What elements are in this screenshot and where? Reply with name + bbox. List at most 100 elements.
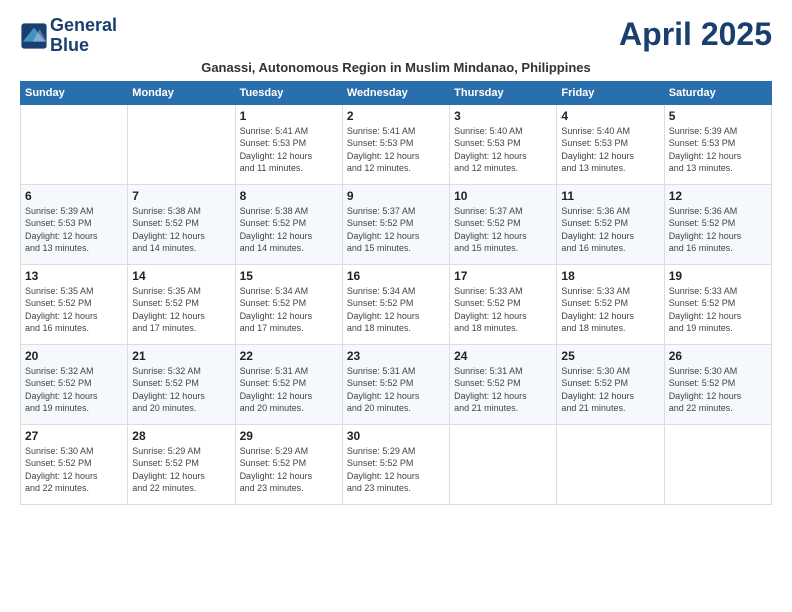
day-info: Sunrise: 5:41 AM Sunset: 5:53 PM Dayligh… — [240, 125, 338, 175]
day-number: 6 — [25, 189, 123, 203]
day-info: Sunrise: 5:37 AM Sunset: 5:52 PM Dayligh… — [347, 205, 445, 255]
calendar-cell: 1 Sunrise: 5:41 AM Sunset: 5:53 PM Daylig… — [235, 104, 342, 184]
week-row-5: 27 Sunrise: 5:30 AM Sunset: 5:52 PM Dayli… — [21, 424, 772, 504]
day-number: 11 — [561, 189, 659, 203]
calendar-cell: 2 Sunrise: 5:41 AM Sunset: 5:53 PM Daylig… — [342, 104, 449, 184]
day-info: Sunrise: 5:33 AM Sunset: 5:52 PM Dayligh… — [669, 285, 767, 335]
day-number: 20 — [25, 349, 123, 363]
calendar-table: SundayMondayTuesdayWednesdayThursdayFrid… — [20, 81, 772, 505]
day-info: Sunrise: 5:36 AM Sunset: 5:52 PM Dayligh… — [669, 205, 767, 255]
week-row-2: 6 Sunrise: 5:39 AM Sunset: 5:53 PM Daylig… — [21, 184, 772, 264]
calendar-cell: 9 Sunrise: 5:37 AM Sunset: 5:52 PM Daylig… — [342, 184, 449, 264]
day-info: Sunrise: 5:32 AM Sunset: 5:52 PM Dayligh… — [25, 365, 123, 415]
day-info: Sunrise: 5:34 AM Sunset: 5:52 PM Dayligh… — [347, 285, 445, 335]
calendar-cell: 18 Sunrise: 5:33 AM Sunset: 5:52 PM Dayli… — [557, 264, 664, 344]
day-number: 18 — [561, 269, 659, 283]
day-info: Sunrise: 5:33 AM Sunset: 5:52 PM Dayligh… — [454, 285, 552, 335]
day-number: 25 — [561, 349, 659, 363]
calendar-cell: 8 Sunrise: 5:38 AM Sunset: 5:52 PM Daylig… — [235, 184, 342, 264]
day-number: 30 — [347, 429, 445, 443]
day-info: Sunrise: 5:30 AM Sunset: 5:52 PM Dayligh… — [561, 365, 659, 415]
calendar-cell: 25 Sunrise: 5:30 AM Sunset: 5:52 PM Dayli… — [557, 344, 664, 424]
subtitle: Ganassi, Autonomous Region in Muslim Min… — [20, 60, 772, 75]
day-info: Sunrise: 5:35 AM Sunset: 5:52 PM Dayligh… — [25, 285, 123, 335]
day-header-monday: Monday — [128, 81, 235, 104]
calendar-cell: 10 Sunrise: 5:37 AM Sunset: 5:52 PM Dayli… — [450, 184, 557, 264]
calendar-cell: 11 Sunrise: 5:36 AM Sunset: 5:52 PM Dayli… — [557, 184, 664, 264]
day-info: Sunrise: 5:37 AM Sunset: 5:52 PM Dayligh… — [454, 205, 552, 255]
day-header-wednesday: Wednesday — [342, 81, 449, 104]
calendar-cell: 24Sunrise: 5:31 AM Sunset: 5:52 PM Dayli… — [450, 344, 557, 424]
day-info: Sunrise: 5:29 AM Sunset: 5:52 PM Dayligh… — [240, 445, 338, 495]
day-header-tuesday: Tuesday — [235, 81, 342, 104]
day-number: 8 — [240, 189, 338, 203]
day-info: Sunrise: 5:32 AM Sunset: 5:52 PM Dayligh… — [132, 365, 230, 415]
logo-line2: Blue — [50, 36, 117, 56]
day-number: 17 — [454, 269, 552, 283]
calendar-cell: 14Sunrise: 5:35 AM Sunset: 5:52 PM Dayli… — [128, 264, 235, 344]
logo: General Blue — [20, 16, 117, 56]
calendar-cell — [128, 104, 235, 184]
day-number: 22 — [240, 349, 338, 363]
calendar-cell: 3Sunrise: 5:40 AM Sunset: 5:53 PM Daylig… — [450, 104, 557, 184]
header: General Blue April 2025 — [20, 16, 772, 56]
day-info: Sunrise: 5:31 AM Sunset: 5:52 PM Dayligh… — [347, 365, 445, 415]
day-number: 16 — [347, 269, 445, 283]
calendar-cell: 12 Sunrise: 5:36 AM Sunset: 5:52 PM Dayli… — [664, 184, 771, 264]
day-number: 13 — [25, 269, 123, 283]
day-number: 1 — [240, 109, 338, 123]
calendar-cell — [21, 104, 128, 184]
calendar-cell: 5Sunrise: 5:39 AM Sunset: 5:53 PM Daylig… — [664, 104, 771, 184]
calendar-cell: 20 Sunrise: 5:32 AM Sunset: 5:52 PM Dayli… — [21, 344, 128, 424]
day-header-saturday: Saturday — [664, 81, 771, 104]
day-header-row: SundayMondayTuesdayWednesdayThursdayFrid… — [21, 81, 772, 104]
day-number: 19 — [669, 269, 767, 283]
logo-line1: General — [50, 16, 117, 36]
day-info: Sunrise: 5:40 AM Sunset: 5:53 PM Dayligh… — [454, 125, 552, 175]
day-number: 12 — [669, 189, 767, 203]
calendar-cell: 6 Sunrise: 5:39 AM Sunset: 5:53 PM Daylig… — [21, 184, 128, 264]
day-number: 23 — [347, 349, 445, 363]
day-info: Sunrise: 5:36 AM Sunset: 5:52 PM Dayligh… — [561, 205, 659, 255]
day-number: 14 — [132, 269, 230, 283]
day-info: Sunrise: 5:40 AM Sunset: 5:53 PM Dayligh… — [561, 125, 659, 175]
calendar-cell: 30 Sunrise: 5:29 AM Sunset: 5:52 PM Dayli… — [342, 424, 449, 504]
calendar-cell: 15 Sunrise: 5:34 AM Sunset: 5:52 PM Dayli… — [235, 264, 342, 344]
logo-icon — [20, 22, 48, 50]
day-info: Sunrise: 5:29 AM Sunset: 5:52 PM Dayligh… — [347, 445, 445, 495]
day-info: Sunrise: 5:30 AM Sunset: 5:52 PM Dayligh… — [25, 445, 123, 495]
day-number: 2 — [347, 109, 445, 123]
month-title: April 2025 — [619, 16, 772, 53]
day-info: Sunrise: 5:38 AM Sunset: 5:52 PM Dayligh… — [240, 205, 338, 255]
calendar-cell: 7Sunrise: 5:38 AM Sunset: 5:52 PM Daylig… — [128, 184, 235, 264]
calendar-cell: 29 Sunrise: 5:29 AM Sunset: 5:52 PM Dayli… — [235, 424, 342, 504]
day-number: 26 — [669, 349, 767, 363]
calendar-cell: 13 Sunrise: 5:35 AM Sunset: 5:52 PM Dayli… — [21, 264, 128, 344]
day-header-thursday: Thursday — [450, 81, 557, 104]
week-row-4: 20 Sunrise: 5:32 AM Sunset: 5:52 PM Dayli… — [21, 344, 772, 424]
day-info: Sunrise: 5:34 AM Sunset: 5:52 PM Dayligh… — [240, 285, 338, 335]
day-number: 9 — [347, 189, 445, 203]
day-info: Sunrise: 5:38 AM Sunset: 5:52 PM Dayligh… — [132, 205, 230, 255]
calendar-cell: 16 Sunrise: 5:34 AM Sunset: 5:52 PM Dayli… — [342, 264, 449, 344]
calendar-cell: 23 Sunrise: 5:31 AM Sunset: 5:52 PM Dayli… — [342, 344, 449, 424]
day-info: Sunrise: 5:33 AM Sunset: 5:52 PM Dayligh… — [561, 285, 659, 335]
day-info: Sunrise: 5:30 AM Sunset: 5:52 PM Dayligh… — [669, 365, 767, 415]
day-number: 4 — [561, 109, 659, 123]
day-header-sunday: Sunday — [21, 81, 128, 104]
day-info: Sunrise: 5:31 AM Sunset: 5:52 PM Dayligh… — [240, 365, 338, 415]
day-info: Sunrise: 5:41 AM Sunset: 5:53 PM Dayligh… — [347, 125, 445, 175]
calendar-cell — [557, 424, 664, 504]
day-number: 15 — [240, 269, 338, 283]
day-info: Sunrise: 5:39 AM Sunset: 5:53 PM Dayligh… — [25, 205, 123, 255]
calendar-cell: 19 Sunrise: 5:33 AM Sunset: 5:52 PM Dayli… — [664, 264, 771, 344]
day-info: Sunrise: 5:31 AM Sunset: 5:52 PM Dayligh… — [454, 365, 552, 415]
day-number: 10 — [454, 189, 552, 203]
day-number: 29 — [240, 429, 338, 443]
calendar-cell: 17 Sunrise: 5:33 AM Sunset: 5:52 PM Dayli… — [450, 264, 557, 344]
day-number: 27 — [25, 429, 123, 443]
calendar-cell: 22 Sunrise: 5:31 AM Sunset: 5:52 PM Dayli… — [235, 344, 342, 424]
calendar-cell: 4 Sunrise: 5:40 AM Sunset: 5:53 PM Daylig… — [557, 104, 664, 184]
day-info: Sunrise: 5:39 AM Sunset: 5:53 PM Dayligh… — [669, 125, 767, 175]
day-header-friday: Friday — [557, 81, 664, 104]
